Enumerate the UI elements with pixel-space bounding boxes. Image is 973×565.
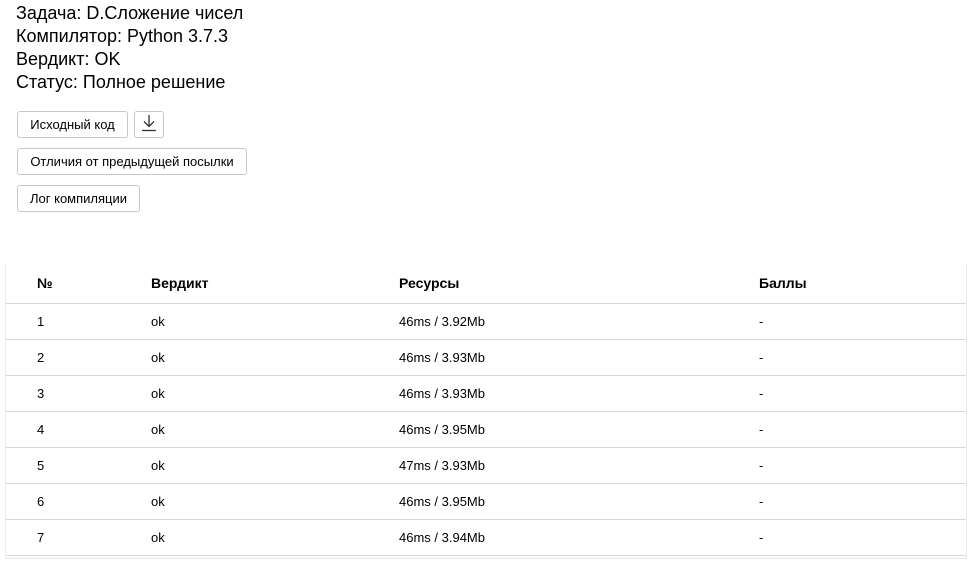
table-right-border — [966, 263, 967, 559]
header-resources: Ресурсы — [399, 275, 460, 291]
compiler-line: Компилятор: Python 3.7.3 — [16, 26, 229, 46]
row-num: 4 — [37, 422, 45, 437]
row-num: 6 — [37, 494, 45, 509]
results-table: № Вердикт Ресурсы Баллы 1 ok 46ms / 3.92… — [6, 263, 966, 556]
row-resources: 46ms / 3.93Mb — [399, 386, 485, 401]
row-num: 5 — [37, 458, 45, 473]
row-verdict: ok — [151, 422, 165, 437]
table-row: 1 ok 46ms / 3.92Mb - — [6, 304, 966, 340]
row-score: - — [759, 422, 764, 437]
header-verdict: Вердикт — [151, 275, 209, 291]
row-resources: 46ms / 3.95Mb — [399, 494, 485, 509]
diff-button[interactable]: Отличия от предыдущей посылки — [17, 148, 247, 175]
row-verdict: ok — [151, 386, 165, 401]
row-score: - — [759, 494, 764, 509]
table-row: 2 ok 46ms / 3.93Mb - — [6, 340, 966, 376]
header-score: Баллы — [759, 275, 807, 291]
row-verdict: ok — [151, 350, 165, 365]
table-row: 7 ok 46ms / 3.94Mb - — [6, 520, 966, 556]
verdict-line: Вердикт: OK — [16, 49, 121, 69]
row-num: 3 — [37, 386, 45, 401]
download-icon — [141, 114, 157, 135]
row-resources: 46ms / 3.94Mb — [399, 530, 485, 545]
task-line: Задача: D.Сложение чисел — [16, 3, 244, 23]
row-resources: 47ms / 3.93Mb — [399, 458, 485, 473]
row-resources: 46ms / 3.95Mb — [399, 422, 485, 437]
source-code-button[interactable]: Исходный код — [17, 111, 128, 138]
table-row: 4 ok 46ms / 3.95Mb - — [6, 412, 966, 448]
row-score: - — [759, 350, 764, 365]
row-resources: 46ms / 3.92Mb — [399, 314, 485, 329]
row-verdict: ok — [151, 458, 165, 473]
submission-page: Задача: D.Сложение чисел Компилятор: Pyt… — [0, 0, 973, 565]
compile-log-button[interactable]: Лог компиляции — [17, 185, 140, 212]
row-score: - — [759, 530, 764, 545]
row-resources: 46ms / 3.93Mb — [399, 350, 485, 365]
row-score: - — [759, 314, 764, 329]
row-verdict: ok — [151, 314, 165, 329]
header-num: № — [37, 275, 53, 291]
row-num: 1 — [37, 314, 45, 329]
table-bottom-border — [6, 558, 966, 559]
table-row: 6 ok 46ms / 3.95Mb - — [6, 484, 966, 520]
submission-info: Задача: D.Сложение чисел Компилятор: Pyt… — [16, 2, 243, 94]
row-verdict: ok — [151, 494, 165, 509]
row-score: - — [759, 458, 764, 473]
row-score: - — [759, 386, 764, 401]
table-row: 3 ok 46ms / 3.93Mb - — [6, 376, 966, 412]
table-header-row: № Вердикт Ресурсы Баллы — [6, 263, 966, 304]
row-num: 7 — [37, 530, 45, 545]
row-verdict: ok — [151, 530, 165, 545]
download-button[interactable] — [134, 111, 164, 138]
status-line: Статус: Полное решение — [16, 72, 226, 92]
table-row: 5 ok 47ms / 3.93Mb - — [6, 448, 966, 484]
row-num: 2 — [37, 350, 45, 365]
